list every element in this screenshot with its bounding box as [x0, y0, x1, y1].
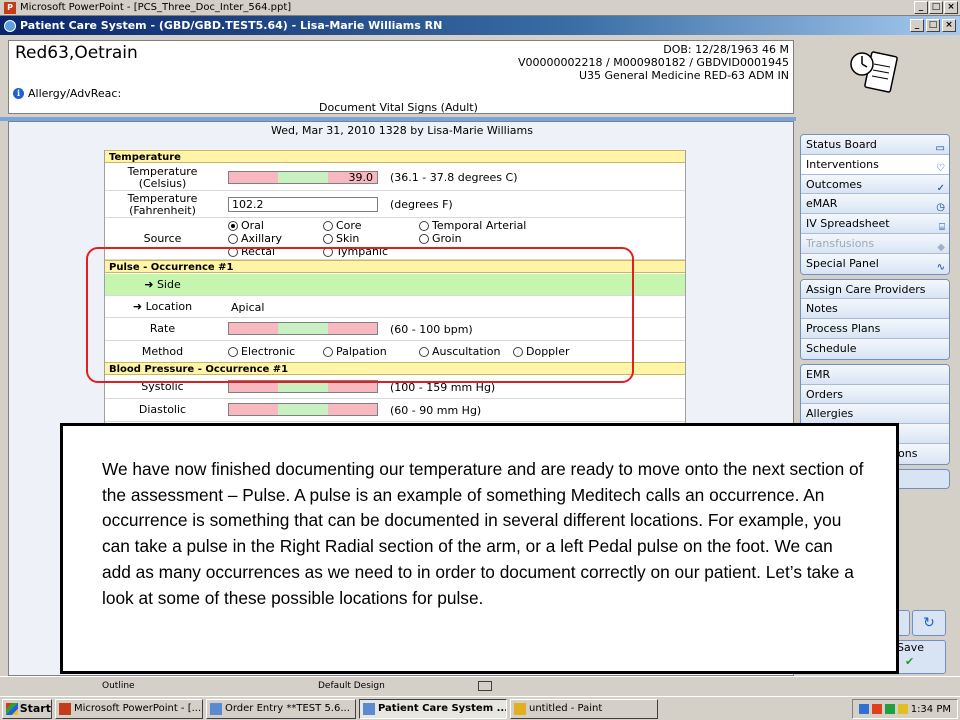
windows-flag-icon	[6, 702, 18, 715]
refresh-icon[interactable]: ↻	[912, 610, 946, 636]
diastolic-range: (60 - 90 mm Hg)	[390, 404, 482, 417]
notes-button[interactable]: Notes	[801, 299, 949, 320]
celsius-value: 39.0	[348, 171, 374, 184]
design-name: Default Design	[318, 681, 385, 691]
process-plans-button[interactable]: Process Plans	[801, 319, 949, 339]
start-button[interactable]: Start	[2, 698, 52, 719]
iv-spreadsheet-button[interactable]: IV Spreadsheet ⌸	[801, 214, 949, 234]
task-order-entry[interactable]: Order Entry **TEST 5.6...	[206, 698, 356, 719]
source-groin-radio[interactable]: Groin	[419, 233, 462, 245]
status-board-button[interactable]: Status Board ▭	[801, 135, 949, 155]
tray-icon-3	[884, 704, 895, 714]
patient-name: Red63,Oetrain	[15, 43, 138, 63]
source-skin-radio[interactable]: Skin	[323, 233, 359, 245]
patient-dob: DOB: 12/28/1963 46 M	[663, 43, 789, 56]
design-icon	[478, 681, 492, 691]
patient-care-task-icon	[363, 702, 375, 715]
pcs-close-button[interactable]: ×	[942, 19, 956, 32]
schedule-button[interactable]: Schedule	[801, 338, 949, 359]
document-date: Wed, Mar 31, 2010 1328 by Lisa-Marie Wil…	[271, 124, 533, 137]
outcomes-button[interactable]: Outcomes ✓	[801, 174, 949, 195]
pcs-minimize-button[interactable]: _	[910, 19, 924, 32]
celsius-range: (36.1 - 37.8 degrees C)	[390, 171, 518, 184]
pcs-title-bar: Patient Care System - (GBD/GBD.TEST5.64)…	[0, 16, 960, 35]
allergies-button[interactable]: Allergies	[801, 404, 949, 425]
diastolic-range-bar[interactable]	[228, 403, 378, 416]
paint-task-icon	[514, 702, 526, 715]
powerpoint-task-icon	[59, 702, 71, 715]
pcs-maximize-button[interactable]: □	[926, 19, 940, 32]
emr-button[interactable]: EMR	[801, 364, 949, 385]
fahrenheit-label: Temperature (Fahrenheit)	[127, 192, 198, 217]
ppt-title-bar: P Microsoft PowerPoint - [PCS_Three_Doc_…	[0, 0, 960, 16]
source-axillary-radio[interactable]: Axillary	[228, 233, 282, 245]
special-panel-button[interactable]: Special Panel ∿	[801, 253, 949, 274]
pcs-app-icon	[4, 19, 16, 32]
taskbar: Start Microsoft PowerPoint - [... Order …	[0, 696, 960, 720]
diastolic-label: Diastolic	[138, 403, 187, 416]
orders-button[interactable]: Orders	[801, 384, 949, 405]
minimize-button[interactable]: _	[914, 1, 928, 14]
nav-group-1: Status Board ▭ Interventions ♡ Outcomes ✓ e…	[800, 134, 950, 275]
checkmark-icon: ✔	[905, 655, 915, 668]
allergy-label: Allergy/AdvReac:	[28, 87, 122, 100]
instruction-callout: We have now finished documenting our tem…	[60, 423, 899, 674]
celsius-label: Temperature (Celsius)	[127, 165, 198, 190]
tray-icon-1	[858, 704, 869, 714]
task-powerpoint[interactable]: Microsoft PowerPoint - [...	[55, 698, 203, 719]
source-temporal-radio[interactable]: Temporal Arterial	[419, 220, 526, 232]
document-title: Document Vital Signs (Adult)	[319, 101, 478, 114]
pcs-window-title: Patient Care System - (GBD/GBD.TEST5.64)…	[20, 19, 443, 32]
task-paint[interactable]: untitled - Paint	[510, 698, 658, 719]
info-icon: i	[13, 88, 24, 99]
assign-care-providers-button[interactable]: Assign Care Providers	[801, 279, 949, 300]
source-oral-radio[interactable]: Oral	[228, 220, 264, 232]
temperature-header: Temperature	[105, 150, 685, 163]
celsius-row: Temperature (Celsius) 39.0 (36.1 - 37.8 …	[105, 164, 685, 191]
allergy-line[interactable]: i Allergy/AdvReac:	[13, 87, 121, 100]
fahrenheit-row: Temperature (Fahrenheit) 102.2 (degrees …	[105, 191, 685, 218]
ppt-window-title: Microsoft PowerPoint - [PCS_Three_Doc_In…	[20, 2, 292, 13]
transfusions-button[interactable]: Transfusions ◆	[801, 233, 949, 254]
fahrenheit-field[interactable]: 102.2	[228, 197, 378, 212]
powerpoint-icon: P	[4, 1, 16, 14]
clock-clipboard-icon[interactable]	[848, 46, 900, 98]
outline-tab[interactable]: Outline	[102, 681, 135, 691]
celsius-range-bar[interactable]: 39.0	[228, 171, 378, 184]
task-patient-care[interactable]: Patient Care System ...	[359, 698, 507, 719]
patient-ids: V00000002218 / M000980182 / GBDVID000194…	[518, 56, 789, 69]
tray-icon-2	[871, 704, 882, 714]
close-button[interactable]: ×	[944, 1, 958, 14]
callout-text: We have now finished documenting our tem…	[63, 426, 896, 671]
pulse-highlight-outline	[86, 247, 634, 383]
system-tray: 1:34 PM	[851, 699, 958, 719]
patient-info: DOB: 12/28/1963 46 M V00000002218 / M000…	[518, 43, 789, 82]
nav-group-2: Assign Care Providers Notes Process Plan…	[800, 278, 950, 360]
clock: 1:34 PM	[910, 703, 951, 715]
fahrenheit-unit: (degrees F)	[390, 198, 453, 211]
diastolic-row: Diastolic (60 - 90 mm Hg)	[105, 399, 685, 422]
vertical-scrollbar[interactable]	[950, 56, 960, 676]
patient-location: U35 General Medicine RED-63 ADM IN	[578, 69, 789, 82]
heartbeat-icon: ∿	[936, 261, 945, 273]
order-entry-task-icon	[210, 702, 222, 715]
interventions-button[interactable]: Interventions ♡	[801, 154, 949, 175]
tray-icon-4	[897, 704, 908, 714]
maximize-button[interactable]: □	[929, 1, 943, 14]
source-core-radio[interactable]: Core	[323, 220, 361, 232]
ppt-status-bar: Outline Default Design	[0, 676, 960, 696]
patient-header: Red63,Oetrain DOB: 12/28/1963 46 M V0000…	[8, 40, 794, 114]
emar-button[interactable]: eMAR ◷	[801, 194, 949, 215]
source-label: Source	[143, 232, 182, 245]
